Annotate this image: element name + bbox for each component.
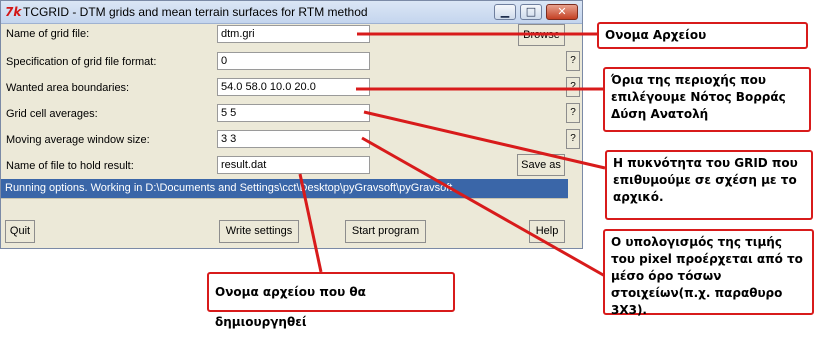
annotation-area-limits: Όρια της περιοχής που επιλέγουμε Νότος Β… bbox=[603, 67, 811, 132]
annotation-file-name: Ονομα Αρχείου bbox=[597, 22, 808, 49]
annotation-moving-average: Ο υπολογισμός της τιμής του pixel προέρχ… bbox=[603, 229, 814, 317]
annotation-output-file: Ονομα αρχείου που θα δημιουργηθεί bbox=[207, 272, 455, 329]
output-file-connector bbox=[298, 173, 323, 273]
annotation-grid-density: Η πυκνότητα του GRID που επιθυμούμε σε σ… bbox=[605, 150, 813, 220]
